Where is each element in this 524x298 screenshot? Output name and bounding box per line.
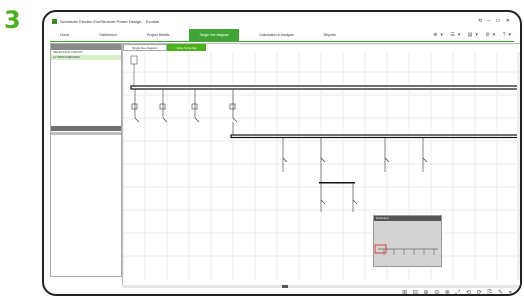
overview-preview[interactable]: [374, 221, 441, 266]
app-icon: [52, 18, 57, 24]
secondary-feeders: [282, 138, 428, 182]
source-symbol: [130, 55, 138, 86]
diagram-tabs: Single line diagram Cable Schedule: [123, 44, 206, 51]
bottom-toolbar[interactable]: ⊞ ⊟ ⊕ ⊖ ⊗ ⤢ ⟲ ⟳ ⎘ ✎ ⌖: [122, 288, 520, 294]
project-tree-panel: SELECTION CIRCUIT LV SWITCHBOARD: [50, 43, 122, 277]
panel-subheader: [51, 132, 121, 135]
tab-cable-schedule[interactable]: Cable Schedule: [166, 44, 206, 51]
secondary-busbar: [230, 134, 520, 139]
menu-item-calculation[interactable]: Calculation & Analysis: [249, 29, 303, 41]
menu-item-project-details[interactable]: Project Details: [137, 29, 180, 41]
single-line-diagram-canvas[interactable]: [123, 52, 521, 280]
menu-bar: Home Distribution Project Details Single…: [50, 29, 514, 42]
panel-splitter[interactable]: [51, 126, 121, 131]
overview-minimap[interactable]: Overview: [373, 215, 442, 267]
app-window: Schneider Electric EcoStruxure Power Des…: [42, 10, 522, 296]
toolbar-icons[interactable]: ⊕▾ ☰▾ ▤▾ ⚙▾ ?▾: [433, 29, 514, 41]
main-busbar: [130, 85, 520, 90]
feeder-circuits: [131, 89, 238, 135]
tertiary-busbar: [319, 182, 355, 184]
window-title: Schneider Electric EcoStruxure Power Des…: [60, 18, 159, 24]
tertiary-feeders: [320, 183, 358, 212]
menu-item-home[interactable]: Home: [50, 29, 79, 41]
step-number: 3: [4, 6, 21, 34]
diagram-area[interactable]: Single line diagram Cable Schedule Overv…: [122, 43, 521, 287]
tab-single-line-diagram[interactable]: Single line diagram: [123, 44, 167, 51]
menu-item-distribution[interactable]: Distribution: [89, 29, 127, 41]
menu-item-reports[interactable]: Reports: [314, 29, 346, 41]
menu-item-single-line-diagram[interactable]: Single line diagram: [189, 29, 240, 41]
window-controls[interactable]: ⟲ – ▭ ✕: [478, 18, 512, 24]
vertical-scrollbar: [517, 52, 520, 280]
tree-item-selected[interactable]: LV SWITCHBOARD: [51, 55, 121, 60]
title-bar: Schneider Electric EcoStruxure Power Des…: [52, 16, 512, 26]
